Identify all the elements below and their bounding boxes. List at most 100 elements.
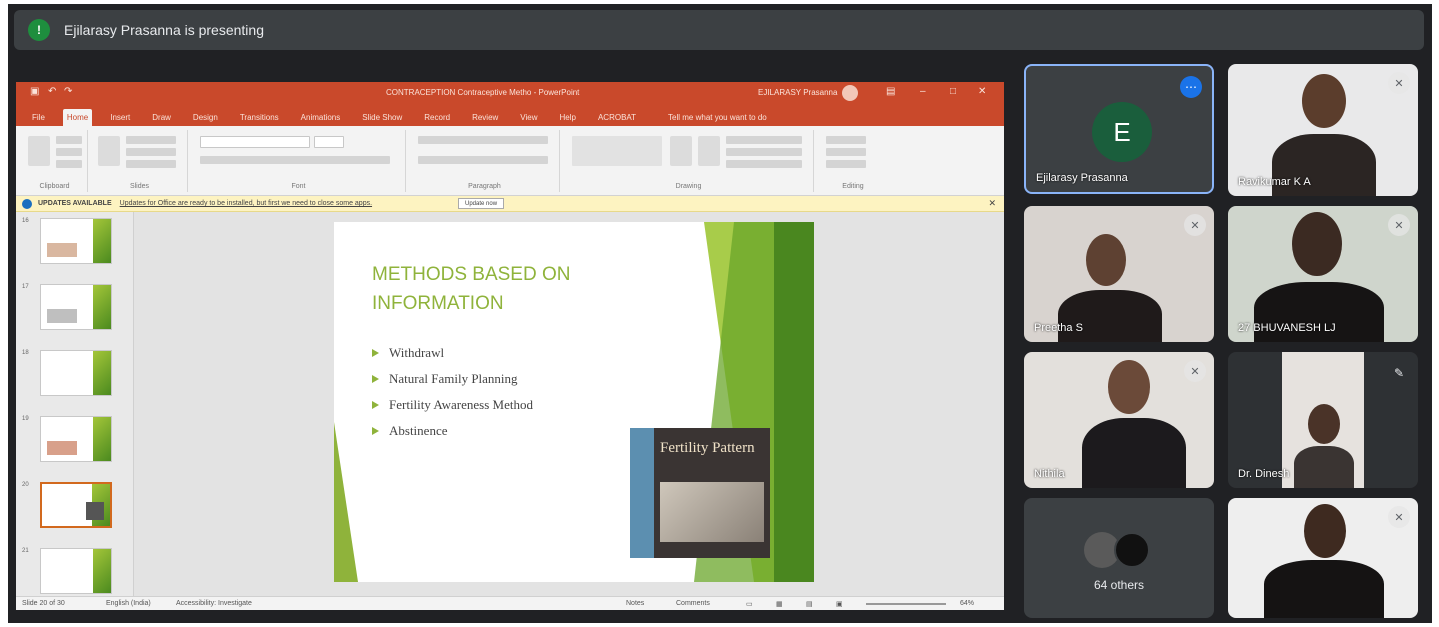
participant-tile[interactable]: ✕ Nithila — [1024, 352, 1214, 488]
book-cover-image[interactable]: Fertility Pattern — [630, 428, 770, 558]
pin-icon[interactable]: ✎ — [1394, 366, 1404, 380]
slide-thumbnails-pane[interactable]: 16 17 18 19 20 21 — [16, 212, 134, 596]
participant-video — [1304, 504, 1346, 558]
quick-styles-icon[interactable] — [698, 136, 720, 166]
book-spine — [630, 428, 654, 558]
tab-draw[interactable]: Draw — [148, 109, 175, 126]
participant-video — [1302, 74, 1346, 128]
tab-home[interactable]: Home — [62, 109, 93, 126]
participant-video — [1308, 404, 1340, 444]
tab-animations[interactable]: Animations — [297, 109, 345, 126]
participant-video — [1292, 212, 1342, 276]
bullet-item: Fertility Awareness Method — [372, 392, 533, 418]
participant-tile[interactable]: ✕ 27 BHUVANESH LJ — [1228, 206, 1418, 342]
participant-tile[interactable]: ✎ Dr. Dinesh — [1228, 352, 1418, 488]
mic-muted-icon: ✕ — [1388, 72, 1410, 94]
participant-tile[interactable]: ✕ — [1228, 498, 1418, 618]
maximize-icon[interactable]: □ — [950, 86, 962, 98]
select-button[interactable] — [826, 160, 866, 168]
new-slide-icon[interactable] — [98, 136, 120, 166]
shared-screen-powerpoint[interactable]: ▣ ↶ ↷ CONTRACEPTION Contraceptive Metho … — [16, 82, 1004, 610]
find-button[interactable] — [826, 136, 866, 144]
language-indicator[interactable]: English (India) — [106, 600, 151, 607]
slideshow-icon[interactable]: ▣ — [836, 600, 843, 608]
tab-help[interactable]: Help — [556, 109, 580, 126]
presenting-text: Ejilarasy Prasanna is presenting — [64, 22, 264, 38]
shape-fill-button[interactable] — [726, 136, 802, 144]
ppt-ribbon-tabs: File Home Insert Draw Design Transitions… — [16, 104, 1004, 126]
list-buttons[interactable] — [418, 136, 548, 144]
font-family-select[interactable] — [200, 136, 310, 148]
slide-sorter-icon[interactable]: ▦ — [776, 600, 783, 608]
shapes-gallery[interactable] — [572, 136, 662, 166]
tab-view[interactable]: View — [516, 109, 541, 126]
close-icon[interactable]: ✕ — [978, 86, 990, 98]
tab-review[interactable]: Review — [468, 109, 502, 126]
notes-button[interactable]: Notes — [626, 600, 644, 607]
undo-icon[interactable]: ↶ — [48, 86, 60, 98]
save-icon[interactable]: ▣ — [30, 86, 42, 98]
arrange-icon[interactable] — [670, 136, 692, 166]
paste-icon[interactable] — [28, 136, 50, 166]
tab-design[interactable]: Design — [189, 109, 222, 126]
slide-thumbnail[interactable] — [40, 350, 112, 396]
bullet-text: Fertility Awareness Method — [389, 397, 533, 412]
accessibility-indicator[interactable]: Accessibility: Investigate — [176, 600, 252, 607]
participant-video — [1108, 360, 1150, 414]
slide-bullet-list: Withdrawl Natural Family Planning Fertil… — [372, 340, 533, 444]
ppt-user-name: EJILARASY Prasanna — [758, 88, 838, 97]
tell-me-search[interactable]: Tell me what you want to do — [664, 109, 771, 126]
zoom-slider[interactable] — [866, 603, 946, 605]
tab-transitions[interactable]: Transitions — [236, 109, 283, 126]
more-options-icon[interactable]: ⋯ — [1180, 76, 1202, 98]
slide-editing-canvas[interactable]: METHODS BASED ON INFORMATION Withdrawl N… — [134, 212, 1004, 596]
align-buttons[interactable] — [418, 156, 548, 164]
section-button[interactable] — [126, 160, 176, 168]
redo-icon[interactable]: ↷ — [64, 86, 76, 98]
update-now-button[interactable]: Update now — [458, 198, 505, 209]
bullet-arrow-icon — [372, 375, 379, 383]
participant-tile-presenter[interactable]: ⋯ E Ejilarasy Prasanna — [1024, 64, 1214, 194]
reading-view-icon[interactable]: ▤ — [806, 600, 813, 608]
tab-record[interactable]: Record — [420, 109, 454, 126]
participant-tile[interactable]: ✕ Ravikumar K A — [1228, 64, 1418, 196]
slide-thumbnail[interactable] — [40, 548, 112, 594]
zoom-level[interactable]: 64% — [960, 600, 974, 607]
info-icon — [22, 198, 32, 209]
bullet-text: Withdrawl — [389, 345, 445, 360]
format-painter-button[interactable] — [56, 160, 82, 168]
close-icon[interactable]: ✕ — [988, 198, 996, 209]
slide-thumbnail[interactable] — [40, 284, 112, 330]
font-format-buttons[interactable] — [200, 156, 390, 164]
comments-button[interactable]: Comments — [676, 600, 710, 607]
normal-view-icon[interactable]: ▭ — [746, 600, 753, 608]
replace-button[interactable] — [826, 148, 866, 156]
slide-thumbnail[interactable] — [40, 416, 112, 462]
ribbon-display-icon[interactable]: ▤ — [886, 86, 898, 98]
ppt-ribbon: Clipboard Slides Font Paragraph Drawing … — [16, 126, 1004, 196]
participant-video — [1086, 234, 1126, 286]
avatar: E — [1092, 102, 1152, 162]
mic-muted-icon: ✕ — [1388, 214, 1410, 236]
ppt-user-avatar[interactable] — [842, 85, 858, 101]
reset-button[interactable] — [126, 148, 176, 156]
copy-button[interactable] — [56, 148, 82, 156]
tab-insert[interactable]: Insert — [106, 109, 134, 126]
slide-thumbnail-selected[interactable] — [40, 482, 112, 528]
meet-window: ! Ejilarasy Prasanna is presenting ▣ ↶ ↷… — [8, 4, 1432, 623]
minimize-icon[interactable]: – — [920, 86, 932, 98]
cut-button[interactable] — [56, 136, 82, 144]
tab-acrobat[interactable]: ACROBAT — [594, 109, 640, 126]
thumbnail-number: 18 — [22, 350, 29, 356]
ribbon-group-label: Clipboard — [39, 183, 70, 190]
participant-tile[interactable]: ✕ Preetha S — [1024, 206, 1214, 342]
shape-effects-button[interactable] — [726, 160, 802, 168]
slide-thumbnail[interactable] — [40, 218, 112, 264]
layout-button[interactable] — [126, 136, 176, 144]
tab-file[interactable]: File — [28, 109, 49, 126]
others-tile[interactable]: 64 others — [1024, 498, 1214, 618]
font-size-select[interactable] — [314, 136, 344, 148]
tab-slide-show[interactable]: Slide Show — [358, 109, 406, 126]
current-slide[interactable]: METHODS BASED ON INFORMATION Withdrawl N… — [334, 222, 814, 582]
shape-outline-button[interactable] — [726, 148, 802, 156]
